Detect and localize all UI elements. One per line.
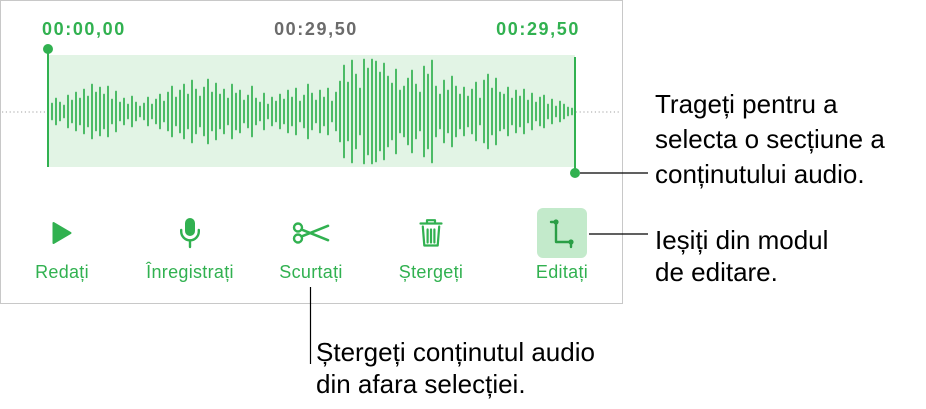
record-button-label: Înregistrați — [146, 262, 234, 282]
record-button[interactable]: Înregistrați — [140, 206, 240, 288]
edit-button-label: Editați — [535, 262, 589, 282]
callout-exit-edit-mode: Ieșiți din modul de editare. — [655, 224, 828, 288]
button-highlight — [286, 208, 336, 258]
trim-button[interactable]: Scurtați — [261, 206, 361, 288]
selection-duration: 00:29,50 — [274, 19, 358, 39]
selection-start-handle-knob[interactable] — [43, 44, 53, 54]
trash-icon — [419, 219, 443, 247]
callout-drag-selection: Trageți pentru a selecta o secțiune a co… — [655, 87, 885, 192]
microphone-icon — [180, 218, 200, 249]
delete-button-icon-area — [381, 206, 481, 260]
callout-text-line: din afara selecției. — [316, 369, 526, 399]
edit-button-icon-area — [512, 206, 612, 260]
edit-button[interactable]: Editați — [512, 206, 612, 288]
record-button-icon-area — [140, 206, 240, 260]
play-button[interactable]: Redați — [12, 206, 112, 288]
button-highlight — [37, 208, 87, 258]
audio-editor-panel: 00:00,00 00:29,50 00:29,50 Redați Înregi… — [0, 0, 623, 304]
selection-start-time: 00:00,00 — [42, 19, 126, 39]
button-highlight — [165, 208, 215, 258]
callout-text-line: Ieșiți din modul — [655, 225, 829, 255]
callout-text-line: Ștergeți conținutul audio — [316, 337, 595, 367]
crop-icon — [549, 219, 574, 249]
delete-button[interactable]: Ștergeți — [381, 206, 481, 288]
delete-button-label: Ștergeți — [398, 262, 464, 282]
callout-text-line: conținutului audio. — [655, 159, 865, 189]
button-highlight — [406, 208, 456, 258]
callout-trim: Ștergeți conținutul audio din afara sele… — [316, 336, 595, 400]
trim-button-label: Scurtați — [279, 262, 343, 282]
callout-text-line: selecta o secțiune a — [655, 124, 885, 154]
scissors-icon — [292, 222, 330, 244]
play-icon — [52, 222, 72, 244]
selection-end-time: 00:29,50 — [496, 19, 580, 39]
play-button-label: Redați — [35, 262, 89, 282]
callout-text-line: Trageți pentru a — [655, 89, 838, 119]
trim-button-icon-area — [261, 206, 361, 260]
callout-text-line: de editare. — [655, 257, 778, 287]
play-button-icon-area — [12, 206, 112, 260]
selection-end-handle-knob[interactable] — [570, 168, 580, 178]
button-highlight — [537, 208, 587, 258]
